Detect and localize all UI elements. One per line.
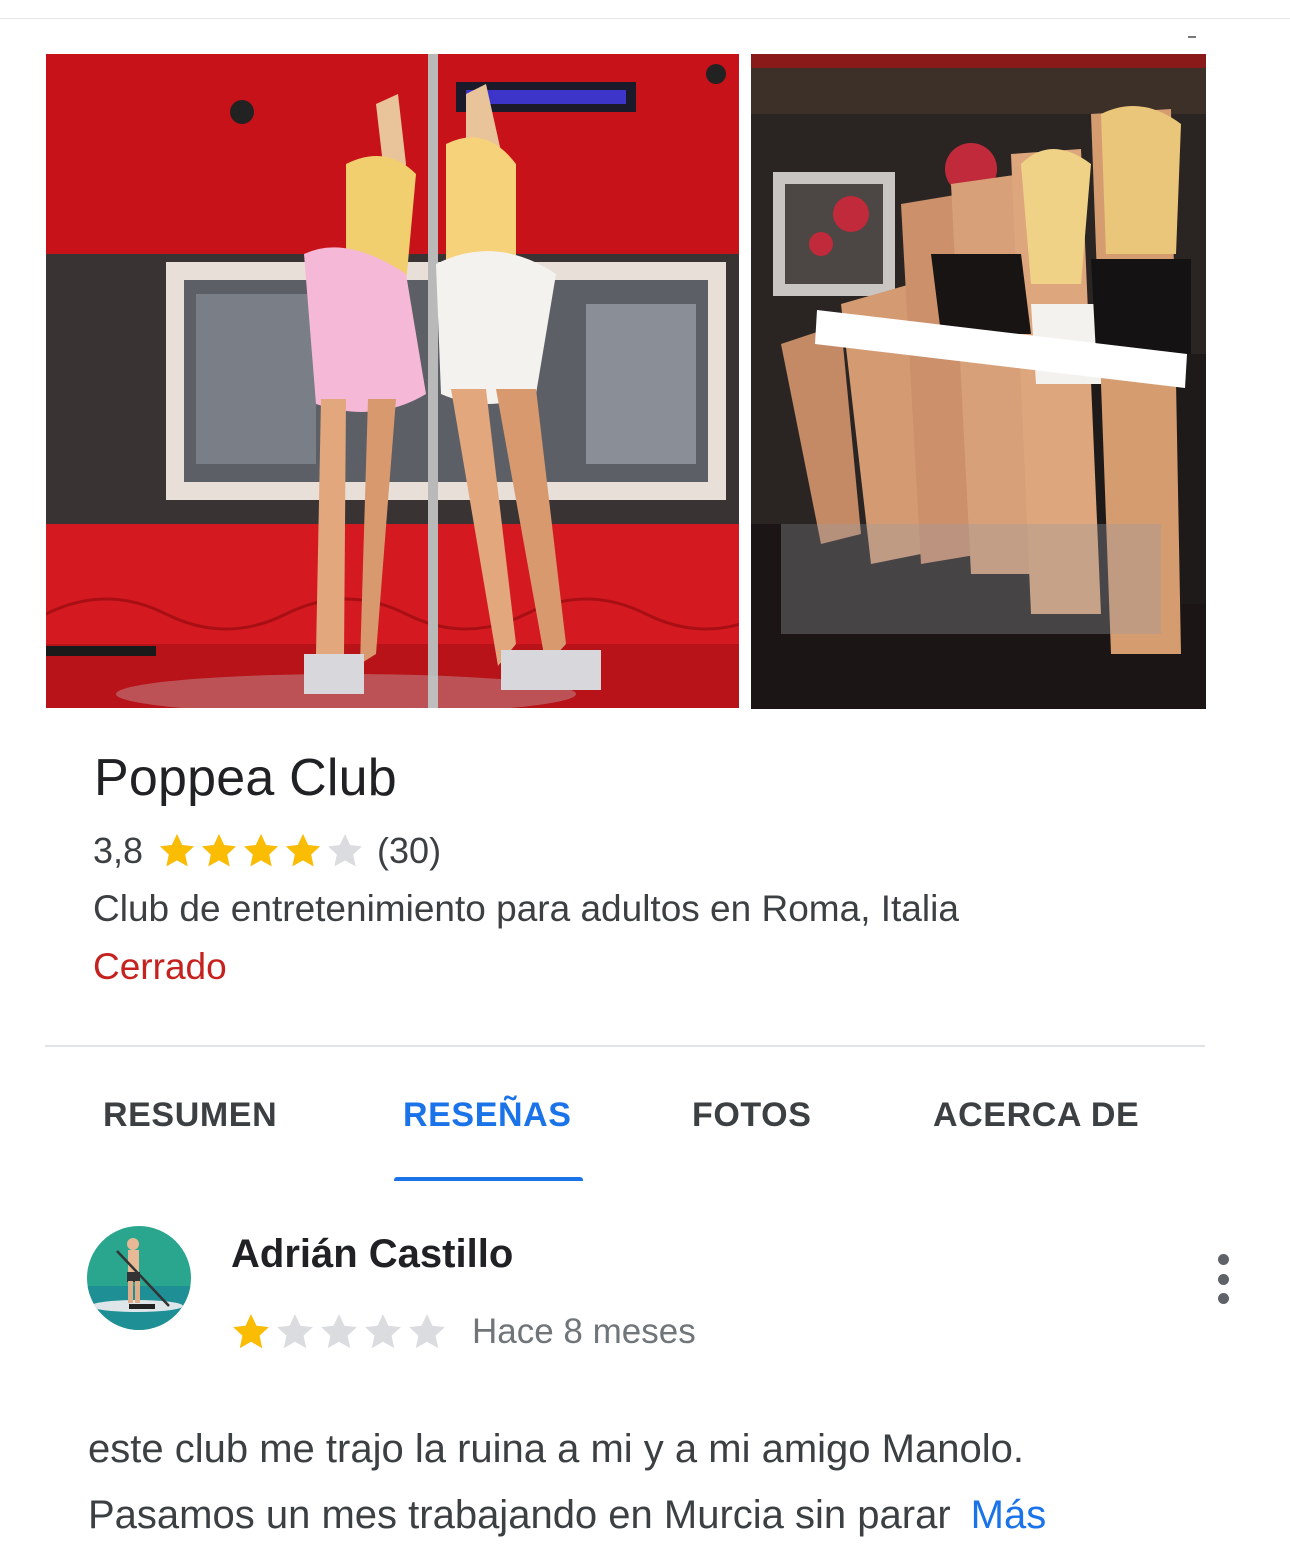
star-empty-icon [365, 1314, 401, 1349]
tab-resumen[interactable]: RESUMEN [103, 1096, 277, 1135]
review-time: Hace 8 meses [472, 1312, 696, 1351]
star-empty-icon [328, 834, 363, 867]
rating-row[interactable]: 3,8 (30) [93, 826, 441, 876]
active-tab-indicator [394, 1177, 583, 1181]
reviewer-avatar[interactable] [87, 1226, 191, 1330]
kebab-dot [1217, 1254, 1229, 1265]
open-status: Cerrado [93, 946, 227, 987]
section-divider [45, 1045, 1205, 1047]
kebab-dot [1217, 1293, 1229, 1304]
star-empty-icon [277, 1314, 313, 1349]
review-count: (30) [377, 830, 442, 871]
star-filled-icon [160, 834, 195, 867]
rating-stars [157, 831, 367, 871]
review-text-line: este club me trajo la ruina a mi y a mi … [88, 1427, 1024, 1471]
reviewer-name[interactable]: Adrián Castillo [231, 1232, 513, 1277]
tab-fotos[interactable]: FOTOS [692, 1096, 812, 1135]
review-text-line-2: Pasamos un mes trabajando en Murcia sin … [88, 1482, 1208, 1548]
tab-resenas[interactable]: RESEÑAS [403, 1096, 572, 1135]
top-divider [0, 18, 1290, 19]
photo-dancers-at-bar[interactable] [751, 54, 1206, 709]
photo-pole-dancers-image [46, 54, 739, 708]
review-stars [230, 1311, 450, 1353]
more-link[interactable]: Más [971, 1493, 1047, 1537]
paddleboarder-avatar-icon [87, 1226, 191, 1330]
star-filled-icon [233, 1314, 269, 1349]
star-filled-icon [244, 834, 279, 867]
kebab-dot [1217, 1273, 1229, 1285]
place-title: Poppea Club [94, 749, 397, 807]
rating-value: 3,8 [93, 830, 144, 871]
scroll-indicator [1188, 36, 1196, 38]
place-category: Club de entretenimiento para adultos en … [93, 888, 959, 929]
star-filled-icon [202, 834, 237, 867]
photo-pole-dancers[interactable] [46, 54, 739, 708]
star-empty-icon [321, 1314, 357, 1349]
photo-dancers-at-bar-image [751, 54, 1206, 709]
review-body: este club me trajo la ruina a mi y a mi … [88, 1416, 1208, 1548]
star-empty-icon [409, 1314, 445, 1349]
more-vert-icon[interactable] [1210, 1254, 1236, 1304]
review-text-line: Pasamos un mes trabajando en Murcia sin … [88, 1493, 951, 1537]
star-filled-icon [286, 834, 321, 867]
tab-acerca-de[interactable]: ACERCA DE [933, 1096, 1139, 1135]
